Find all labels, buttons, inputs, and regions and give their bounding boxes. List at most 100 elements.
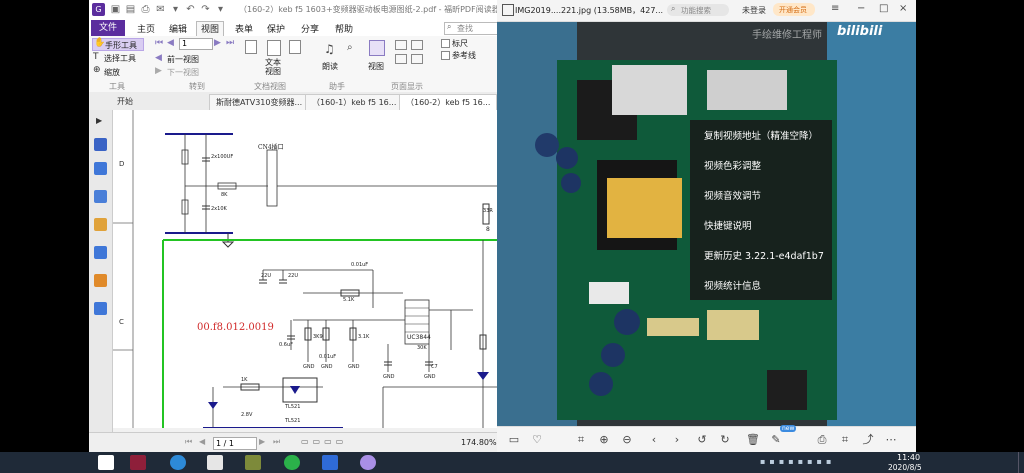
prev-image-icon[interactable]: ‹ (647, 433, 661, 447)
magnifier-icon[interactable]: ⌕ (347, 42, 353, 53)
folder-icon[interactable]: ▭ (507, 433, 521, 447)
menu-edit[interactable]: 编辑 (169, 22, 187, 35)
menu-home[interactable]: 主页 (137, 22, 155, 35)
heart-icon[interactable]: ♡ (530, 433, 544, 447)
video-taskbar-icon[interactable] (322, 455, 338, 470)
schematic-drawing (113, 110, 497, 428)
pages-icon[interactable] (94, 162, 107, 175)
next-page-icon[interactable]: ▶ (214, 38, 221, 48)
page-layout-icons[interactable]: ▭▭▭▭ (301, 437, 361, 448)
print-icon[interactable]: ⎙ (140, 4, 151, 15)
pdf-statusbar: ⏮ ◀ 1 / 1 ▶ ⏭ ▭▭▭▭ 174.80% (89, 432, 497, 452)
mail-icon[interactable]: ✉ (155, 4, 166, 15)
app-taskbar-icon[interactable] (360, 455, 376, 470)
prev-page-icon[interactable]: ◀ (167, 38, 174, 48)
ruler-checkbox[interactable] (441, 39, 450, 48)
menu-copy-video-url[interactable]: 复制视频地址（精准空降） (704, 128, 818, 142)
zoom-level[interactable]: 174.80% (461, 438, 497, 447)
more-icon[interactable]: ▾ (215, 4, 226, 15)
menu-file[interactable]: 文件 (91, 20, 125, 36)
tab-160-2[interactable]: （160-2）keb f5 16... (399, 94, 497, 111)
menu-shortcuts[interactable]: 快捷键说明 (704, 218, 752, 232)
minimize-icon[interactable]: − (857, 3, 865, 14)
last-page-button-icon[interactable]: ⏭ (273, 437, 280, 447)
more-icon[interactable]: ⋯ (884, 433, 898, 447)
first-page-button-icon[interactable]: ⏮ (185, 437, 192, 447)
tab-160-1[interactable]: （160-1）keb f5 16... (305, 94, 404, 111)
zoom-in-icon[interactable]: ⊕ (597, 433, 611, 447)
layers-icon[interactable] (94, 190, 107, 203)
rotate-left-icon[interactable]: ↺ (695, 433, 709, 447)
crop-icon[interactable]: ⌗ (574, 433, 588, 447)
hand-tool-button[interactable]: ✋ 手形工具 (92, 38, 144, 51)
open-icon[interactable]: ▣ (110, 4, 121, 15)
undo-icon[interactable]: ↶ (185, 4, 196, 15)
pdf-search-box[interactable]: ⌕ 查找 (444, 22, 497, 35)
tab-atv310[interactable]: 斯耐德ATV310变频器... (209, 94, 310, 111)
signature-icon[interactable] (94, 302, 107, 315)
save-icon[interactable]: ▤ (125, 4, 136, 15)
menu-protect[interactable]: 保护 (267, 22, 285, 35)
delete-icon[interactable]: 🗑 (746, 433, 760, 447)
first-page-icon[interactable]: ⏮ (155, 38, 163, 48)
prev-page-button-icon[interactable]: ◀ (199, 437, 205, 446)
lock-icon[interactable] (94, 274, 107, 287)
zoom-tool-button[interactable]: ⊕ 缩放 (92, 65, 137, 77)
next-page-button-icon[interactable]: ▶ (259, 437, 265, 446)
photos-taskbar-icon[interactable] (245, 455, 261, 470)
menu-video-color[interactable]: 视频色彩调整 (704, 158, 761, 172)
page-number-input[interactable]: 1 (179, 38, 213, 50)
close-icon[interactable]: × (899, 3, 907, 14)
guides-checkbox[interactable] (441, 51, 450, 60)
comments-icon[interactable] (94, 218, 107, 231)
select-tool-button[interactable]: T 选择工具 (92, 52, 147, 63)
bookmark-icon[interactable] (94, 138, 107, 151)
scan-icon[interactable]: ⌗ (838, 433, 852, 447)
doc-icon-2[interactable] (289, 40, 301, 54)
schematic-label: 33R (483, 208, 493, 214)
last-page-icon[interactable]: ⏭ (226, 38, 234, 48)
status-page-input[interactable]: 1 / 1 (213, 437, 257, 450)
view-mode-icons[interactable] (395, 40, 435, 76)
menu-form[interactable]: 表单 (235, 22, 253, 35)
text-view-button[interactable]: 文本 视图 (263, 38, 285, 78)
dropdown-icon[interactable]: ▾ (170, 4, 181, 15)
redo-icon[interactable]: ↷ (200, 4, 211, 15)
tray-icons[interactable]: ▪▪▪▪▪▪▪▪ (760, 457, 880, 468)
next-view-button[interactable]: ▶ 下一视图 (155, 66, 225, 77)
doc-icon-1[interactable] (245, 40, 257, 54)
link-icon[interactable] (94, 246, 107, 259)
menu-update-history[interactable]: 更新历史 3.22.1-e4daf1b7 (704, 248, 824, 262)
layout-button[interactable]: 视图 (365, 38, 389, 78)
read-aloud-button[interactable]: ♫ 朗读 (319, 38, 343, 78)
menu-help[interactable]: 帮助 (335, 22, 353, 35)
tab-start[interactable]: 开始 (111, 94, 139, 109)
clock-date[interactable]: 2020/8/5 (888, 463, 922, 472)
windows-start-icon[interactable] (98, 455, 114, 470)
video-search-box[interactable]: ⌕ 功能搜索 (667, 4, 729, 16)
foxit-pdf-taskbar-icon[interactable] (130, 455, 146, 470)
share-icon[interactable]: ⤴ (861, 433, 875, 447)
menu-view[interactable]: 视图 (196, 21, 225, 36)
pdf-document-area[interactable]: D C CN4插口 00.f8.012.0019 UC3844 2x100UF … (113, 110, 497, 428)
menu-icon[interactable]: ≡ (831, 3, 839, 14)
expand-arrow-icon[interactable]: ▶ (96, 116, 102, 125)
zoom-out-icon[interactable]: ⊖ (620, 433, 634, 447)
print-icon[interactable]: ⎙ (815, 433, 829, 447)
login-status[interactable]: 未登录 (742, 5, 766, 16)
clock-time[interactable]: 11:40 (897, 453, 920, 462)
vip-button[interactable]: 开通会员 (773, 3, 815, 16)
show-desktop-button[interactable] (1018, 452, 1024, 473)
file-explorer-taskbar-icon[interactable] (207, 455, 223, 470)
next-image-icon[interactable]: › (670, 433, 684, 447)
schematic-label: 8 (486, 226, 490, 233)
wechat-taskbar-icon[interactable] (284, 455, 300, 470)
edit-icon[interactable]: ✎ (769, 433, 783, 447)
browser-taskbar-icon[interactable] (170, 455, 186, 470)
menu-share[interactable]: 分享 (301, 22, 319, 35)
rotate-right-icon[interactable]: ↻ (718, 433, 732, 447)
menu-video-stats[interactable]: 视频统计信息 (704, 278, 761, 292)
menu-video-audio[interactable]: 视频音效调节 (704, 188, 761, 202)
prev-view-button[interactable]: ◀ 前一视图 (155, 53, 225, 64)
maximize-icon[interactable]: □ (879, 3, 888, 14)
